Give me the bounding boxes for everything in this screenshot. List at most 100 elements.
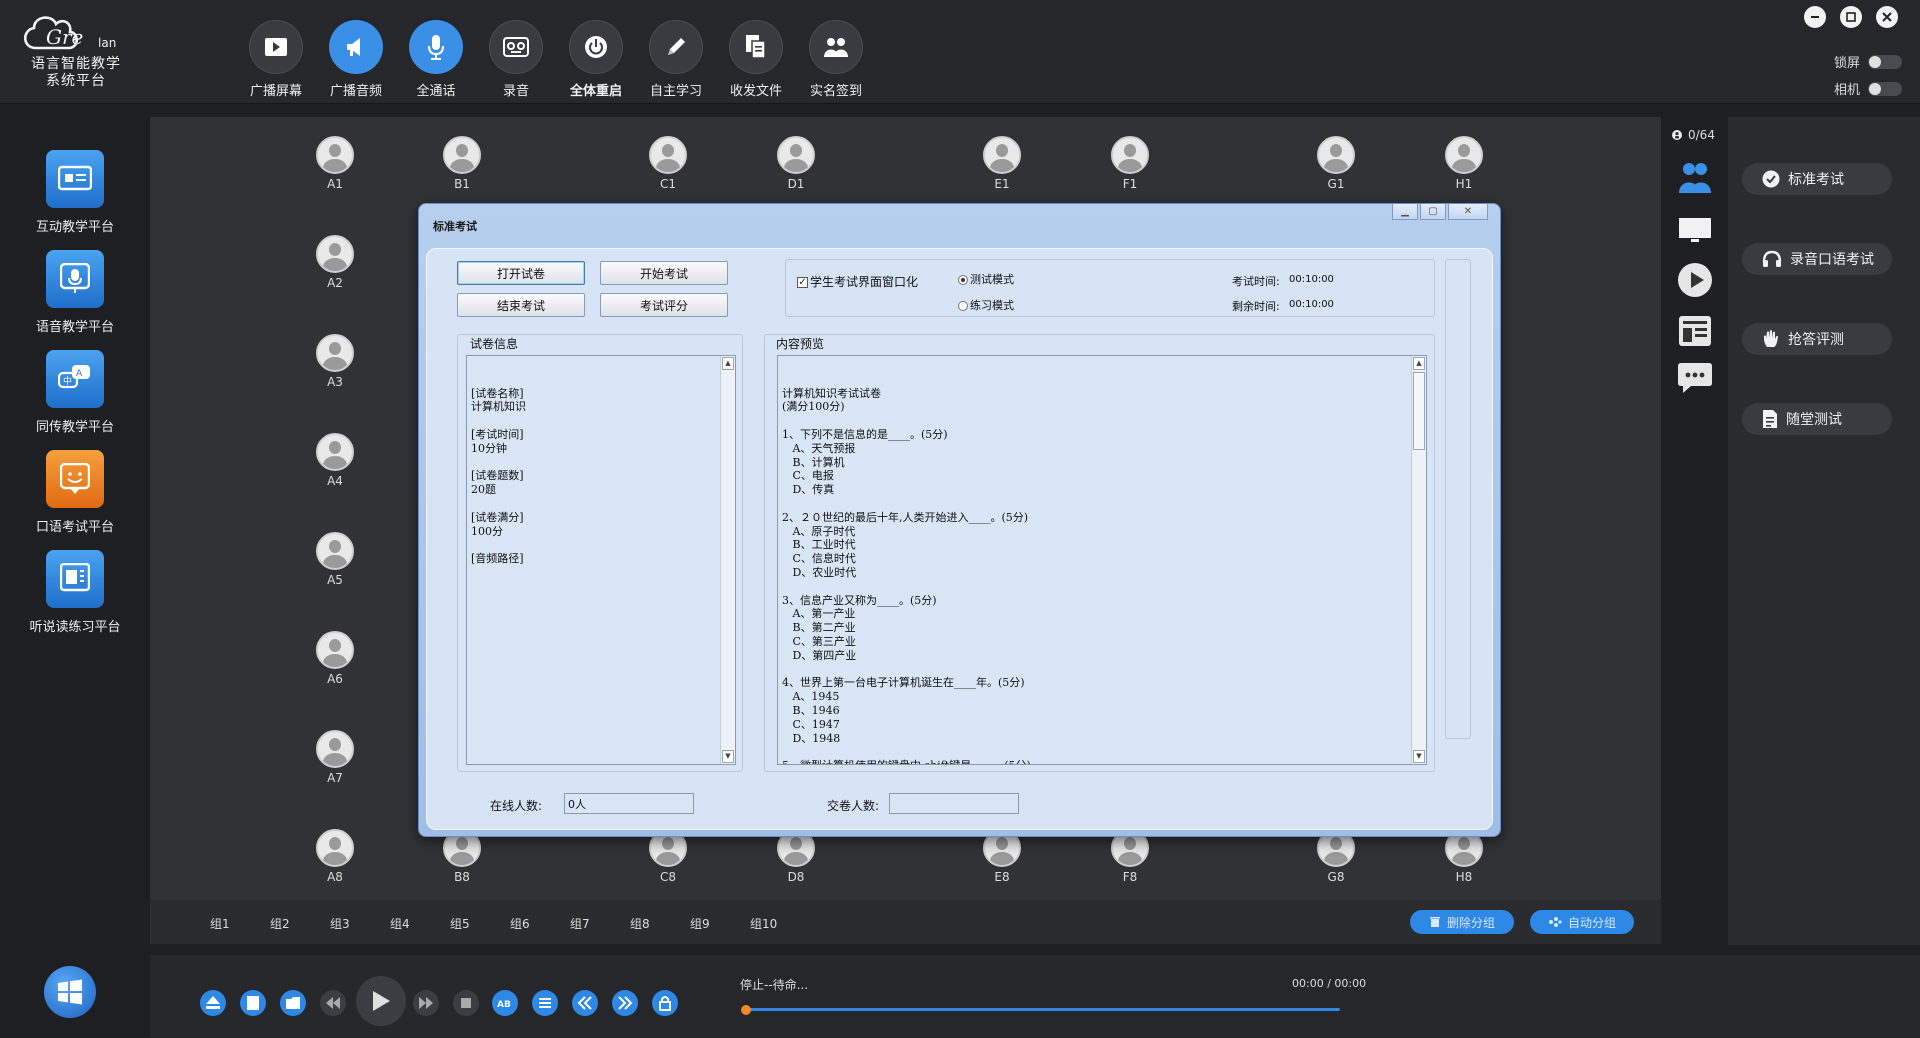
broadcast-audio-icon[interactable]: [329, 20, 383, 74]
start-exam-button[interactable]: 开始考试: [600, 261, 728, 285]
avatar-icon[interactable]: [983, 136, 1021, 174]
left-app-4[interactable]: 口语考试平台: [20, 450, 130, 535]
group-tab-8[interactable]: 组8: [630, 915, 650, 932]
end-exam-button[interactable]: 结束考试: [457, 293, 585, 317]
avatar-icon[interactable]: [316, 730, 354, 768]
scroll-up-icon[interactable]: ▲: [722, 357, 734, 370]
exam-mode-button-3[interactable]: 抢答评测: [1742, 323, 1892, 355]
toolbar-button-1[interactable]: 广播屏幕: [236, 20, 316, 99]
toolbar-button-4[interactable]: 录音: [476, 20, 556, 99]
pencil-icon[interactable]: [649, 20, 703, 74]
exam-mode-button-1[interactable]: 标准考试: [1742, 163, 1892, 195]
maximize-icon[interactable]: [1840, 6, 1862, 28]
stop-icon[interactable]: [453, 990, 479, 1016]
previous-icon[interactable]: [572, 990, 598, 1016]
avatar-icon[interactable]: [649, 136, 687, 174]
broadcast-screen-icon[interactable]: [249, 20, 303, 74]
left-app-1[interactable]: 互动教学平台: [20, 150, 130, 235]
play-circle-icon[interactable]: [1677, 262, 1713, 298]
player-progress-knob[interactable]: [741, 1005, 751, 1015]
list-icon[interactable]: [532, 990, 558, 1016]
content-preview-scrollbar[interactable]: ▲ ▼: [1411, 356, 1426, 764]
content-preview-textarea[interactable]: 计算机知识考试试卷 (满分100分) 1、下列不是信息的是____。(5分) A…: [777, 355, 1427, 765]
rewind-icon[interactable]: [320, 990, 346, 1016]
note-icon[interactable]: [240, 990, 266, 1016]
student-seat[interactable]: A7: [310, 730, 360, 785]
student-seat[interactable]: E8: [977, 829, 1027, 884]
radio-unselected-icon[interactable]: [958, 301, 968, 311]
avatar-icon[interactable]: [443, 136, 481, 174]
dialog-close-icon[interactable]: ✕: [1448, 204, 1488, 220]
left-app-3[interactable]: A 中同传教学平台: [20, 350, 130, 435]
student-seat[interactable]: F1: [1105, 136, 1155, 191]
student-seat[interactable]: G8: [1311, 829, 1361, 884]
delete-group-button[interactable]: 删除分组: [1410, 910, 1514, 934]
voice-teaching-icon[interactable]: [46, 250, 104, 308]
avatar-icon[interactable]: [1317, 136, 1355, 174]
group-tab-2[interactable]: 组2: [270, 915, 290, 932]
open-paper-button[interactable]: 打开试卷: [457, 261, 585, 285]
avatar-icon[interactable]: [1445, 136, 1483, 174]
student-seat[interactable]: E1: [977, 136, 1027, 191]
group-tab-10[interactable]: 组10: [750, 915, 777, 932]
avatar-icon[interactable]: [316, 829, 354, 867]
power-icon[interactable]: [569, 20, 623, 74]
grade-exam-button[interactable]: 考试评分: [600, 293, 728, 317]
student-seat[interactable]: H1: [1439, 136, 1489, 191]
start-menu-button[interactable]: [44, 966, 96, 1018]
checkbox-checked-icon[interactable]: ✓: [797, 277, 808, 288]
student-seat[interactable]: A1: [310, 136, 360, 191]
test-mode-radio[interactable]: 测试模式: [958, 271, 1014, 287]
next-icon[interactable]: [612, 990, 638, 1016]
toolbar-button-5[interactable]: 全体重启: [556, 20, 636, 99]
group-tab-9[interactable]: 组9: [690, 915, 710, 932]
window-mode-checkbox[interactable]: ✓ 学生考试界面窗口化: [797, 273, 918, 290]
student-seat[interactable]: A3: [310, 334, 360, 389]
student-seat[interactable]: C1: [643, 136, 693, 191]
student-seat[interactable]: A5: [310, 532, 360, 587]
oral-exam-icon[interactable]: [46, 450, 104, 508]
student-seat[interactable]: G1: [1311, 136, 1361, 191]
dialog-minimize-icon[interactable]: ▁: [1392, 204, 1418, 220]
toolbar-button-2[interactable]: 广播音频: [316, 20, 396, 99]
toolbar-button-6[interactable]: 自主学习: [636, 20, 716, 99]
student-seat[interactable]: F8: [1105, 829, 1155, 884]
toolbar-button-7[interactable]: 收发文件: [716, 20, 796, 99]
practice-icon[interactable]: [46, 550, 104, 608]
interpretation-icon[interactable]: A中: [46, 350, 104, 408]
users-icon[interactable]: [809, 20, 863, 74]
left-app-5[interactable]: 听说读练习平台: [20, 550, 130, 635]
layout-icon[interactable]: [1677, 313, 1713, 349]
submitted-count-field[interactable]: [889, 793, 1019, 814]
scroll-down-icon[interactable]: ▼: [1413, 750, 1425, 763]
left-app-2[interactable]: 语音教学平台: [20, 250, 130, 335]
online-count-field[interactable]: 0人: [564, 793, 694, 814]
auto-group-button[interactable]: 自动分组: [1530, 910, 1634, 934]
group-tab-5[interactable]: 组5: [450, 915, 470, 932]
avatar-icon[interactable]: [316, 631, 354, 669]
file-icon[interactable]: [729, 20, 783, 74]
dialog-maximize-icon[interactable]: ▢: [1420, 204, 1446, 220]
radio-selected-icon[interactable]: [958, 275, 968, 285]
player-progress-track[interactable]: [744, 1008, 1340, 1011]
monitor-icon[interactable]: [1677, 212, 1713, 248]
record-icon[interactable]: [489, 20, 543, 74]
camera-toggle[interactable]: [1868, 81, 1902, 96]
student-seat[interactable]: A8: [310, 829, 360, 884]
group-tab-7[interactable]: 组7: [570, 915, 590, 932]
student-seat[interactable]: A4: [310, 433, 360, 488]
paper-info-textarea[interactable]: [试卷名称] 计算机知识 [考试时间] 10分钟 [试卷题数] 20题 [试卷满…: [466, 355, 736, 765]
avatar-icon[interactable]: [316, 136, 354, 174]
group-tab-1[interactable]: 组1: [210, 915, 230, 932]
ab-repeat-icon[interactable]: AB: [492, 990, 518, 1016]
group-tab-4[interactable]: 组4: [390, 915, 410, 932]
close-icon[interactable]: [1876, 6, 1898, 28]
student-seat[interactable]: D8: [771, 829, 821, 884]
avatar-icon[interactable]: [777, 136, 815, 174]
minimize-icon[interactable]: [1804, 6, 1826, 28]
scroll-down-icon[interactable]: ▼: [722, 750, 734, 763]
toolbar-button-8[interactable]: 实名签到: [796, 20, 876, 99]
avatar-icon[interactable]: [1111, 136, 1149, 174]
practice-mode-radio[interactable]: 练习模式: [958, 297, 1014, 313]
interactive-teaching-icon[interactable]: [46, 150, 104, 208]
